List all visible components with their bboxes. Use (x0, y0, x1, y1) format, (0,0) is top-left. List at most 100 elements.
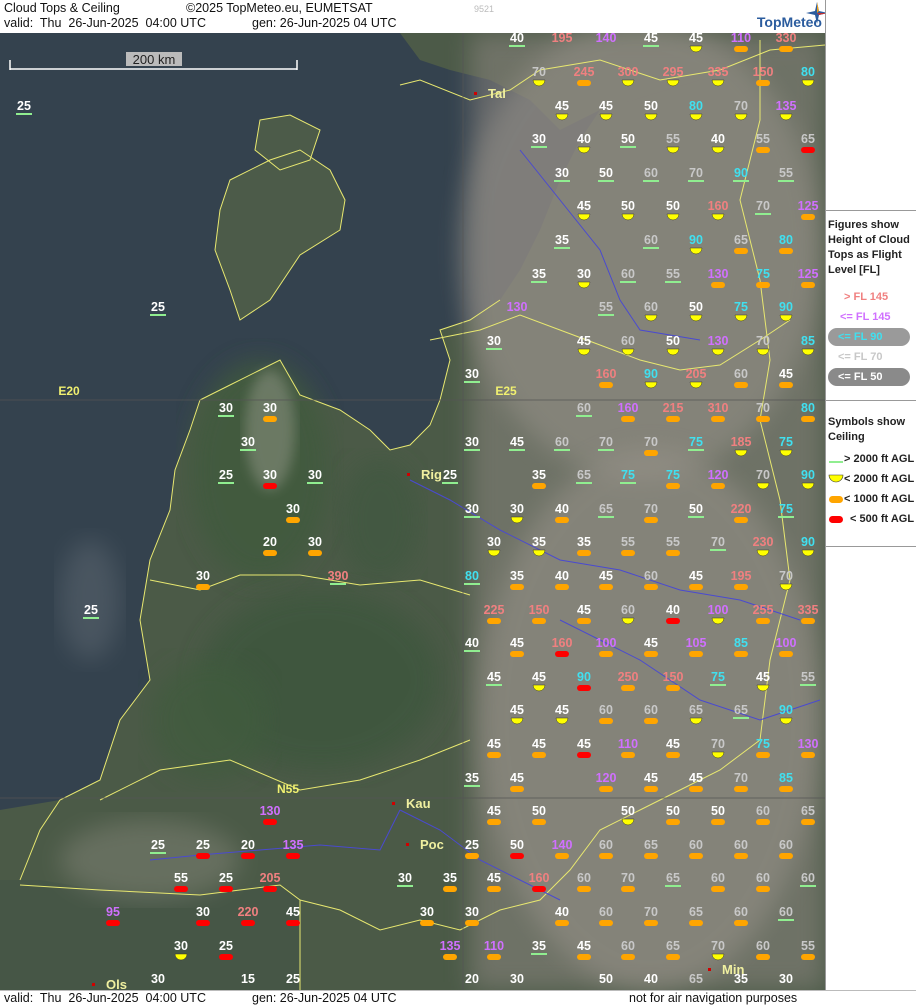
cloud-top-value: 70 (756, 199, 770, 213)
cloud-top-value: 30 (263, 468, 277, 482)
cloud-top-point: 65 (733, 703, 749, 719)
cloud-top-value: 45 (510, 636, 524, 650)
cloud-top-point: 95 (106, 905, 120, 926)
grid-label: E20 (58, 384, 80, 398)
cloud-top-value: 65 (734, 233, 748, 247)
cloud-top-value: 70 (756, 401, 770, 415)
cloud-top-point: 70 (598, 435, 614, 451)
cloud-top-point: 20 (465, 972, 479, 986)
map-canvas[interactable]: 200 km Tal Rig Kau Poc Min Ols E20 E25 N55 40 19… (0, 33, 825, 990)
ceiling-orange-pill-symbol (779, 248, 793, 254)
cloud-top-point: 40 (555, 569, 569, 590)
cloud-top-point: 60 (643, 166, 659, 182)
cloud-top-value: 70 (734, 771, 748, 785)
cloud-top-value: 95 (106, 905, 120, 919)
cloud-top-point: 80 (689, 99, 703, 121)
cloud-top-value: 30 (510, 972, 524, 986)
cloud-top-point: 25 (150, 838, 166, 854)
ceiling-orange-pill-symbol (263, 550, 277, 556)
cloud-top-value: 35 (510, 569, 524, 583)
cloud-top-point: 70 (711, 939, 725, 961)
ceiling-orange-pill-symbol (644, 651, 658, 657)
ceiling-orange-pill-symbol (644, 584, 658, 590)
cloud-top-value: 30 (308, 535, 322, 549)
cloud-top-point: 45 (532, 670, 546, 692)
ceiling-orange-pill-symbol (487, 819, 501, 825)
cloud-top-point: 60 (756, 804, 770, 825)
cloud-top-point: 40 (644, 972, 658, 986)
ceiling-orange-pill-symbol (420, 920, 434, 926)
cloud-top-value: 45 (599, 99, 613, 113)
cloud-top-value: 150 (529, 603, 550, 617)
cloud-top-point: 30 (263, 468, 277, 489)
cloud-top-point: 60 (643, 233, 659, 249)
cloud-top-value: 50 (689, 502, 703, 516)
cloud-top-point: 70 (734, 771, 748, 792)
ceiling-red-pill-symbol (174, 886, 188, 892)
cloud-top-point: 25 (16, 99, 32, 115)
cloud-top-point: 60 (800, 871, 816, 887)
ceiling-orange-pill-symbol (263, 416, 277, 422)
cloud-top-point: 30 (308, 535, 322, 556)
cloud-top-point: 60 (734, 905, 748, 926)
cloud-top-value: 160 (708, 199, 729, 213)
ceiling-orange-pill-symbol (487, 618, 501, 624)
place-label: Poc (420, 837, 444, 852)
cloud-top-value: 70 (734, 99, 748, 113)
cloud-top-point: 80 (464, 569, 480, 585)
footer-bar: valid: Thu 26-Jun-2025 04:00 UTC gen: 26… (0, 990, 916, 1006)
cloud-top-value: 135 (283, 838, 304, 852)
cloud-top-value: 40 (555, 905, 569, 919)
cloud-top-value: 75 (711, 670, 725, 684)
cloud-top-point: 45 (577, 939, 591, 960)
cloud-top-point: 70 (532, 65, 546, 87)
ceiling-orange-pill-symbol (801, 819, 815, 825)
cloud-top-value: 75 (621, 468, 635, 482)
cloud-top-point: 30 (307, 468, 323, 484)
ceiling-orange-pill-symbol (666, 752, 680, 758)
ceiling-orange-pill-symbol (711, 416, 725, 422)
cloud-top-value: 70 (779, 569, 793, 583)
cloud-top-value: 55 (666, 267, 680, 281)
cloud-top-point: 45 (689, 771, 703, 792)
cloud-top-point: 45 (643, 33, 659, 47)
ceiling-orange-pill-symbol (644, 450, 658, 456)
cloud-top-value: 35 (443, 871, 457, 885)
legend-fl-gt-145: > FL 145 (844, 291, 889, 303)
cloud-top-value: 65 (599, 502, 613, 516)
cloud-top-point: 50 (620, 132, 636, 148)
cloud-top-value: 45 (555, 703, 569, 717)
cloud-top-value: 60 (555, 435, 569, 449)
cloud-top-value: 45 (487, 871, 501, 885)
cloud-top-value: 65 (577, 468, 591, 482)
ceiling-orange-pill-symbol (711, 819, 725, 825)
ceiling-red-pill-symbol (263, 886, 277, 892)
tops-title-line-3: Tops as Flight (828, 249, 902, 261)
ceiling-orange-pill-symbol (599, 382, 613, 388)
cloud-top-value: 45 (689, 569, 703, 583)
ceiling-orange-pill-symbol (510, 786, 524, 792)
cloud-top-point: 15 (241, 972, 255, 986)
ceiling-half-circle-icon (828, 474, 844, 483)
cloud-top-value: 60 (644, 569, 658, 583)
generated-time: gen: 26-Jun-2025 04 UTC (252, 16, 397, 30)
cloud-top-value: 110 (731, 33, 751, 45)
cloud-top-point: 25 (442, 468, 458, 484)
cloud-top-point: 55 (174, 871, 188, 892)
cloud-top-value: 60 (599, 838, 613, 852)
cloud-top-value: 65 (644, 838, 658, 852)
cloud-top-value: 50 (689, 300, 703, 314)
cloud-top-value: 100 (776, 636, 797, 650)
cloud-top-value: 45 (532, 737, 546, 751)
cloud-top-value: 50 (599, 972, 613, 986)
cloud-top-value: 30 (465, 367, 479, 381)
cloud-top-value: 230 (753, 535, 774, 549)
cloud-top-point: 25 (150, 300, 166, 316)
ceiling-red-pill-symbol (532, 886, 546, 892)
cloud-top-point: 65 (801, 132, 815, 153)
place-label: Rig (421, 467, 442, 482)
cloud-top-value: 45 (599, 569, 613, 583)
cloud-top-point: 30 (531, 132, 547, 148)
cloud-top-value: 30 (286, 502, 300, 516)
scale-bar-label: 200 km (133, 52, 176, 67)
